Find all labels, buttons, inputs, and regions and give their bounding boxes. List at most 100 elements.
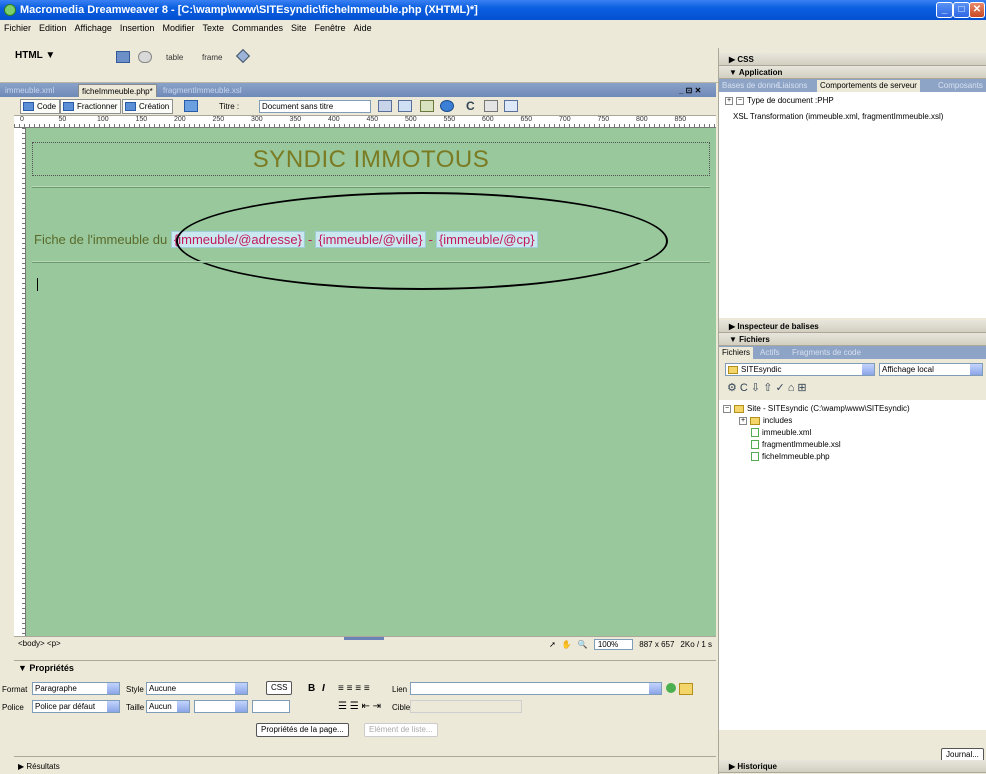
horizontal-rule: [32, 261, 710, 263]
split-view-button[interactable]: Fractionner: [60, 99, 122, 114]
menu-fenetre[interactable]: Fenêtre: [315, 23, 346, 33]
css-button[interactable]: CSS: [266, 681, 293, 695]
tag-selector[interactable]: <body> <p>: [18, 639, 61, 648]
resize-grip[interactable]: [344, 637, 384, 640]
add-icon[interactable]: +: [725, 96, 733, 105]
menu-aide[interactable]: Aide: [354, 23, 372, 33]
properties-header[interactable]: ▼ Propriétés: [18, 663, 74, 673]
menu-commandes[interactable]: Commandes: [232, 23, 283, 33]
tab-server-behaviors[interactable]: Comportements de serveur: [817, 80, 920, 92]
tree-item-fragment-xsl[interactable]: fragmentImmeuble.xsl: [751, 440, 841, 450]
point-to-file-icon[interactable]: [666, 683, 676, 693]
list-item-button[interactable]: Elément de liste...: [364, 723, 438, 737]
site-select[interactable]: SITEsyndic: [725, 363, 875, 376]
visual-aids-icon[interactable]: [504, 100, 518, 112]
expand-icon[interactable]: +: [739, 416, 747, 425]
bold-button[interactable]: B: [308, 683, 315, 694]
browser-check-icon[interactable]: [440, 100, 454, 112]
tab-components[interactable]: Composants: [935, 80, 986, 92]
menu-edition[interactable]: Edition: [39, 23, 67, 33]
design-canvas[interactable]: SYNDIC IMMOTOUS Fiche de l'immeuble du {…: [26, 128, 716, 636]
close-button[interactable]: ✕: [969, 2, 985, 18]
minimize-button[interactable]: _: [936, 2, 953, 18]
results-header[interactable]: ▶ Résultats: [18, 762, 60, 771]
files-tree: − Site - SITEsyndic (C:\wamp\www\SITEsynd…: [719, 400, 986, 730]
tag-inspector-header[interactable]: ▶ Inspecteur de balises: [719, 320, 986, 333]
tab-assets[interactable]: Actifs: [757, 347, 783, 359]
ruler-tick-label: 100: [97, 116, 109, 123]
select-tool-icon[interactable]: ➚: [549, 640, 556, 649]
xsl-transformation-item[interactable]: XSL Transformation (immeuble.xml, fragme…: [733, 112, 943, 121]
window-size[interactable]: 887 x 657: [639, 640, 674, 649]
code-icon: [23, 102, 34, 111]
debug-icon[interactable]: [420, 100, 434, 112]
format-select[interactable]: Paragraphe: [32, 682, 120, 695]
widget-icon[interactable]: [235, 48, 251, 64]
text-color-input[interactable]: [252, 700, 290, 713]
code-view-button[interactable]: Code: [20, 99, 61, 114]
fiche-prefix: Fiche de l'immeuble du: [34, 232, 168, 247]
tab-snippets[interactable]: Fragments de code: [789, 347, 864, 359]
zoom-select[interactable]: 100%: [593, 639, 634, 650]
doc-window-controls[interactable]: _ ⊡ ✕: [676, 84, 704, 97]
collapse-icon[interactable]: −: [723, 404, 731, 413]
view-options-icon[interactable]: [484, 100, 498, 112]
refresh-icon[interactable]: C: [466, 99, 475, 113]
chevron-down-icon: [107, 683, 119, 694]
tree-item-includes[interactable]: + includes: [739, 416, 792, 425]
style-label: Style: [126, 685, 144, 694]
browse-folder-icon[interactable]: [679, 683, 693, 695]
tab-fiche-immeuble[interactable]: ficheImmeuble.php*: [78, 84, 157, 97]
menu-fichier[interactable]: Fichier: [4, 23, 31, 33]
tab-bindings[interactable]: Liaisons: [775, 80, 810, 92]
menu-site[interactable]: Site: [291, 23, 307, 33]
document-title-input[interactable]: Document sans titre: [259, 100, 371, 113]
files-toolbar-icons[interactable]: ⚙ C ⇩ ⇧ ✓ ⌂ ⊞: [727, 381, 807, 394]
css-panel-header[interactable]: ▶ CSS: [719, 53, 986, 66]
tree-root[interactable]: − Site - SITEsyndic (C:\wamp\www\SITEsynd…: [723, 404, 910, 413]
ruler-tick-label: 350: [289, 116, 302, 123]
menu-affichage[interactable]: Affichage: [75, 23, 112, 33]
remove-icon[interactable]: −: [736, 96, 744, 105]
image-icon[interactable]: [138, 51, 152, 63]
page-properties-button[interactable]: Propriétés de la page...: [256, 723, 349, 737]
hand-tool-icon[interactable]: ✋: [562, 640, 572, 649]
history-panel-header[interactable]: ▶ Historique: [719, 760, 986, 773]
preview-icon[interactable]: [398, 100, 412, 112]
files-panel-header[interactable]: ▼ Fichiers: [719, 333, 986, 346]
file-management-icon[interactable]: [378, 100, 392, 112]
layout-icon[interactable]: [116, 51, 130, 63]
status-bar: <body> <p> ➚ ✋ 🔍 100% 887 x 657 2Ko / 1 …: [14, 636, 716, 650]
live-data-icon[interactable]: [184, 100, 198, 112]
tab-files[interactable]: Fichiers: [719, 347, 754, 359]
italic-button[interactable]: I: [322, 683, 325, 694]
table-button[interactable]: table: [166, 53, 183, 62]
design-view-button[interactable]: Création: [122, 99, 174, 114]
application-panel-header[interactable]: ▼ Application: [719, 66, 986, 79]
split-icon: [63, 102, 74, 111]
list-buttons-icon[interactable]: ☰ ☰ ⇤ ⇥: [338, 701, 381, 712]
insert-category-dropdown[interactable]: HTML ▼: [15, 50, 55, 61]
menu-texte[interactable]: Texte: [202, 23, 224, 33]
folder-icon: [728, 365, 738, 374]
ruler-tick-label: 800: [636, 116, 648, 123]
tab-immeuble-xml[interactable]: immeuble.xml: [2, 84, 57, 97]
tree-item-fiche-php[interactable]: ficheImmeuble.php: [751, 452, 830, 462]
view-select[interactable]: Affichage local: [879, 363, 983, 376]
target-select[interactable]: [410, 700, 522, 713]
align-buttons-icon[interactable]: ≡ ≡ ≡ ≡: [338, 683, 370, 694]
menu-modifier[interactable]: Modifier: [162, 23, 194, 33]
tree-item-immeuble-xml[interactable]: immeuble.xml: [751, 428, 811, 438]
link-input[interactable]: [410, 682, 662, 695]
font-select[interactable]: Police par défaut: [32, 700, 120, 713]
size-select[interactable]: Aucun: [146, 700, 190, 713]
style-select[interactable]: Aucune: [146, 682, 248, 695]
tab-fragment-xsl[interactable]: fragmentImmeuble.xsl: [160, 84, 245, 97]
size-unit-select[interactable]: [194, 700, 248, 713]
zoom-tool-icon[interactable]: 🔍: [578, 640, 588, 649]
menu-insertion[interactable]: Insertion: [120, 23, 155, 33]
frame-button[interactable]: frame: [202, 53, 222, 62]
horizontal-rule: [32, 186, 710, 188]
maximize-button[interactable]: □: [953, 2, 970, 18]
tab-databases[interactable]: Bases de donné: [719, 80, 783, 92]
